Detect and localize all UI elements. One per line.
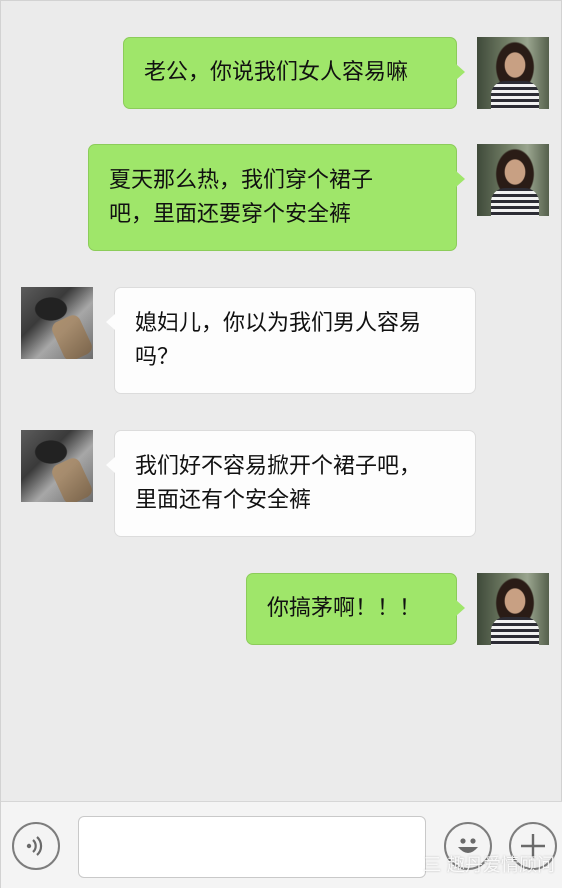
voice-button[interactable] [12, 822, 60, 870]
message-text: 老公，你说我们女人容易嘛 [144, 60, 409, 85]
avatar-contact[interactable] [21, 430, 93, 502]
message-text: 媳妇儿，你以为我们男人容易 吗？ [135, 310, 422, 370]
message-list[interactable]: 老公，你说我们女人容易嘛 夏天那么热，我们穿个裙子 吧，里面还要穿个安全裤 媳妇… [1, 1, 562, 801]
avatar-self[interactable] [477, 37, 549, 109]
message-bubble-received[interactable]: 我们好不容易掀开个裙子吧， 里面还有个安全裤 [106, 430, 476, 537]
voice-icon [26, 836, 43, 856]
message-input[interactable] [78, 816, 426, 878]
avatar-self[interactable] [477, 144, 549, 216]
message-text: 你搞茅啊！！！ [267, 596, 422, 621]
chat-screen: 老公，你说我们女人容易嘛 夏天那么热，我们穿个裙子 吧，里面还要穿个安全裤 媳妇… [0, 0, 562, 888]
message-bubble-sent[interactable]: 夏天那么热，我们穿个裙子 吧，里面还要穿个安全裤 [88, 144, 465, 251]
message-bubble-sent[interactable]: 你搞茅啊！！！ [246, 573, 465, 645]
message-text: 我们好不容易掀开个裙子吧， 里面还有个安全裤 [135, 453, 422, 513]
avatar-contact[interactable] [21, 287, 93, 359]
message-bubble-received[interactable]: 媳妇儿，你以为我们男人容易 吗？ [106, 287, 476, 394]
watermark-text: 三 趣丹爱情顾问 [423, 855, 555, 876]
message-text: 夏天那么热，我们穿个裙子 吧，里面还要穿个安全裤 [109, 167, 374, 227]
message-bubble-sent[interactable]: 老公，你说我们女人容易嘛 [123, 37, 465, 109]
input-bar: 三 趣丹爱情顾问 [1, 801, 562, 888]
avatar-self[interactable] [477, 573, 549, 645]
